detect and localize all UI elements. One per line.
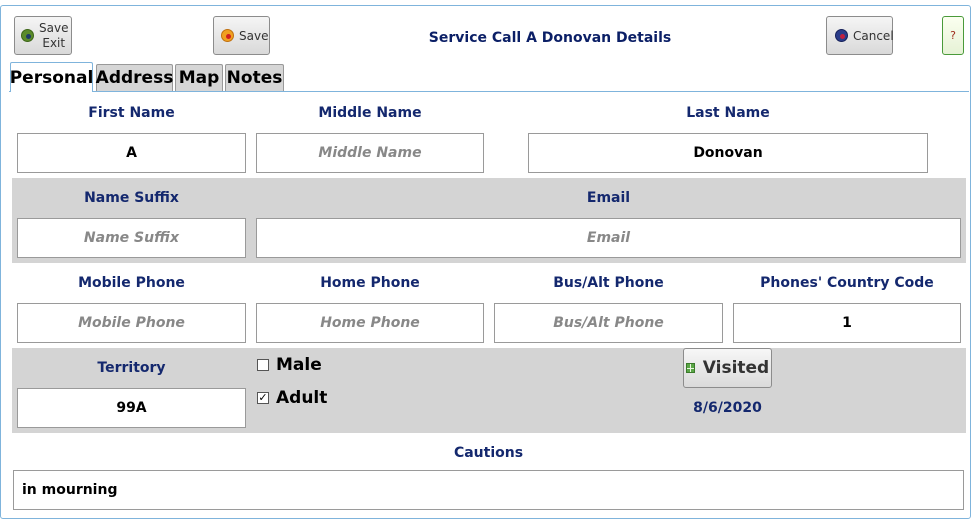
tab-map[interactable]: Map xyxy=(175,64,223,91)
tab-address-label: Address xyxy=(95,68,174,88)
country-code-field[interactable]: 1 xyxy=(733,303,961,343)
mobile-phone-field[interactable]: Mobile Phone xyxy=(17,303,246,343)
tab-notes-label: Notes xyxy=(226,68,283,88)
territory-field[interactable]: 99A xyxy=(17,388,246,428)
cancel-button[interactable]: Cancel xyxy=(826,16,894,55)
last-name-field[interactable]: Donovan xyxy=(528,133,928,173)
middle-name-label: Middle Name xyxy=(318,105,422,121)
adult-checkbox-box[interactable]: ✓ xyxy=(257,392,269,404)
tab-map-label: Map xyxy=(178,68,220,88)
male-checkbox-label: Male xyxy=(276,355,322,375)
help-label: ? xyxy=(950,29,956,42)
bus-alt-phone-label: Bus/Alt Phone xyxy=(553,275,664,291)
save-exit-button[interactable]: Save Exit xyxy=(14,16,72,55)
territory-label: Territory xyxy=(97,360,166,376)
last-name-label: Last Name xyxy=(686,105,770,121)
male-checkbox[interactable]: Male xyxy=(257,355,322,375)
mobile-phone-label: Mobile Phone xyxy=(78,275,185,291)
adult-checkbox[interactable]: ✓ Adult xyxy=(257,388,327,408)
tab-personal-label: Personal xyxy=(9,67,94,88)
visited-button[interactable]: Visited xyxy=(683,348,772,388)
save-label: Save xyxy=(239,28,269,43)
first-name-field[interactable]: A xyxy=(17,133,246,173)
toolbar: Save Exit Save Service Call A Donovan De… xyxy=(0,0,972,62)
cautions-label: Cautions xyxy=(453,445,524,461)
adult-checkbox-label: Adult xyxy=(276,388,328,408)
middle-name-field[interactable]: Middle Name xyxy=(256,133,484,173)
calendar-icon xyxy=(685,363,695,373)
tab-notes[interactable]: Notes xyxy=(225,64,284,91)
visited-label: Visited xyxy=(702,358,770,378)
tab-address[interactable]: Address xyxy=(96,64,173,91)
country-code-label: Phones' Country Code xyxy=(760,275,934,291)
save-exit-icon xyxy=(21,29,34,42)
cancel-label: Cancel xyxy=(853,28,894,43)
save-icon xyxy=(221,29,234,42)
first-name-label: First Name xyxy=(88,105,175,121)
cancel-icon xyxy=(835,29,848,42)
bus-alt-phone-field[interactable]: Bus/Alt Phone xyxy=(494,303,723,343)
save-button[interactable]: Save xyxy=(213,16,270,55)
home-phone-field[interactable]: Home Phone xyxy=(256,303,484,343)
email-field[interactable]: Email xyxy=(256,218,961,258)
help-button[interactable]: ? xyxy=(942,16,964,55)
name-suffix-label: Name Suffix xyxy=(84,190,179,206)
cautions-field[interactable]: in mourning xyxy=(13,470,964,510)
name-suffix-field[interactable]: Name Suffix xyxy=(17,218,246,258)
page-title: Service Call A Donovan Details xyxy=(428,30,672,46)
tab-personal[interactable]: Personal xyxy=(10,62,93,92)
male-checkbox-box[interactable] xyxy=(257,359,269,371)
home-phone-label: Home Phone xyxy=(320,275,420,291)
save-exit-label-line2: Exit xyxy=(42,35,66,50)
visited-date: 8/6/2020 xyxy=(693,400,762,416)
email-label: Email xyxy=(586,190,631,206)
save-exit-label-line1: Save xyxy=(39,20,69,35)
